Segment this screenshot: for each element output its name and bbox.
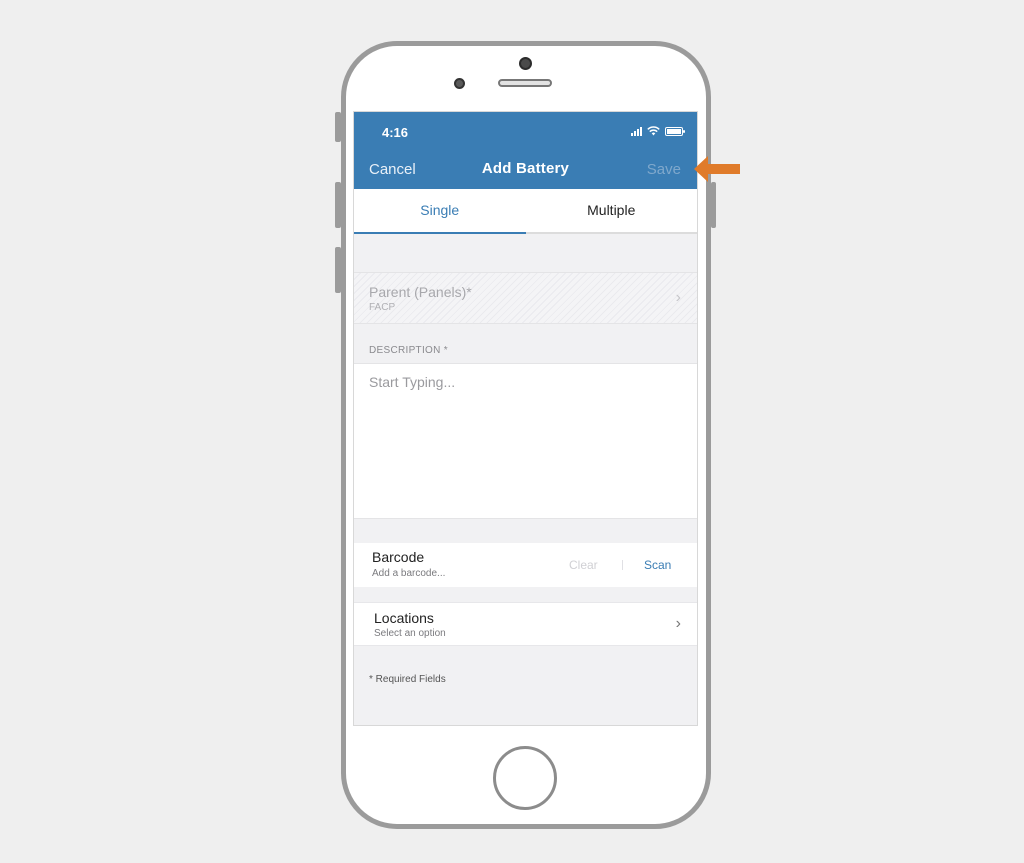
earpiece-speaker xyxy=(498,79,552,87)
app-screen: 4:16 Add Battery Cancel Save Single Mult… xyxy=(353,111,698,726)
battery-icon xyxy=(665,127,685,136)
front-camera xyxy=(519,57,532,70)
parent-field-label: Parent (Panels)* xyxy=(369,284,472,300)
description-label: DESCRIPTION * xyxy=(369,345,448,356)
app-header: 4:16 Add Battery Cancel Save xyxy=(354,112,697,189)
annotation-arrow-icon xyxy=(694,156,740,182)
chevron-right-icon: › xyxy=(675,289,681,306)
required-fields-note: * Required Fields xyxy=(369,674,446,685)
status-time: 4:16 xyxy=(382,125,409,140)
chevron-right-icon: › xyxy=(675,615,681,632)
barcode-clear-button[interactable]: Clear xyxy=(569,558,598,572)
parent-panels-field[interactable]: Parent (Panels)* FACP › xyxy=(354,272,697,324)
locations-label: Locations xyxy=(374,610,434,626)
description-placeholder: Start Typing... xyxy=(369,374,456,390)
locations-field[interactable]: Locations Select an option › xyxy=(354,602,697,646)
power-button xyxy=(711,182,716,228)
barcode-placeholder: Add a barcode... xyxy=(372,568,446,579)
mode-tabs: Single Multiple xyxy=(354,189,697,234)
proximity-sensor xyxy=(454,78,465,89)
save-button[interactable]: Save xyxy=(647,161,681,178)
barcode-label: Barcode xyxy=(372,549,425,565)
description-textarea[interactable]: Start Typing... xyxy=(354,363,697,519)
status-icons xyxy=(631,126,685,136)
home-button[interactable] xyxy=(493,746,557,810)
divider xyxy=(622,560,623,570)
cancel-button[interactable]: Cancel xyxy=(369,161,416,178)
wifi-icon xyxy=(647,126,660,136)
parent-field-value: FACP xyxy=(369,302,396,313)
barcode-field[interactable]: Barcode Add a barcode... Clear Scan xyxy=(354,543,697,587)
signal-icon xyxy=(631,127,642,136)
screenshot-stage: 4:16 Add Battery Cancel Save Single Mult… xyxy=(0,0,1024,863)
tab-single[interactable]: Single xyxy=(354,189,526,234)
tab-multiple[interactable]: Multiple xyxy=(526,189,698,232)
barcode-scan-button[interactable]: Scan xyxy=(644,558,671,572)
locations-placeholder: Select an option xyxy=(374,628,446,639)
